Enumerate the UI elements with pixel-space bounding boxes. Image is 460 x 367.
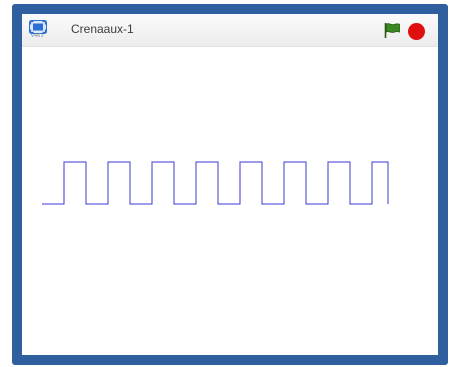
version-label: v463	[31, 33, 44, 39]
stage-canvas[interactable]	[22, 47, 438, 355]
window-frame: v463 Crenaaux-1	[12, 4, 448, 365]
green-flag-icon	[384, 23, 400, 38]
green-flag-button[interactable]	[383, 21, 401, 39]
stage-drawing	[42, 161, 389, 205]
stop-button[interactable]	[408, 23, 425, 40]
fullscreen-icon	[29, 20, 47, 34]
project-title: Crenaaux-1	[71, 22, 134, 36]
project-window: v463 Crenaaux-1	[22, 14, 438, 355]
title-bar: v463 Crenaaux-1	[22, 14, 438, 47]
square-wave-trace	[42, 161, 389, 205]
